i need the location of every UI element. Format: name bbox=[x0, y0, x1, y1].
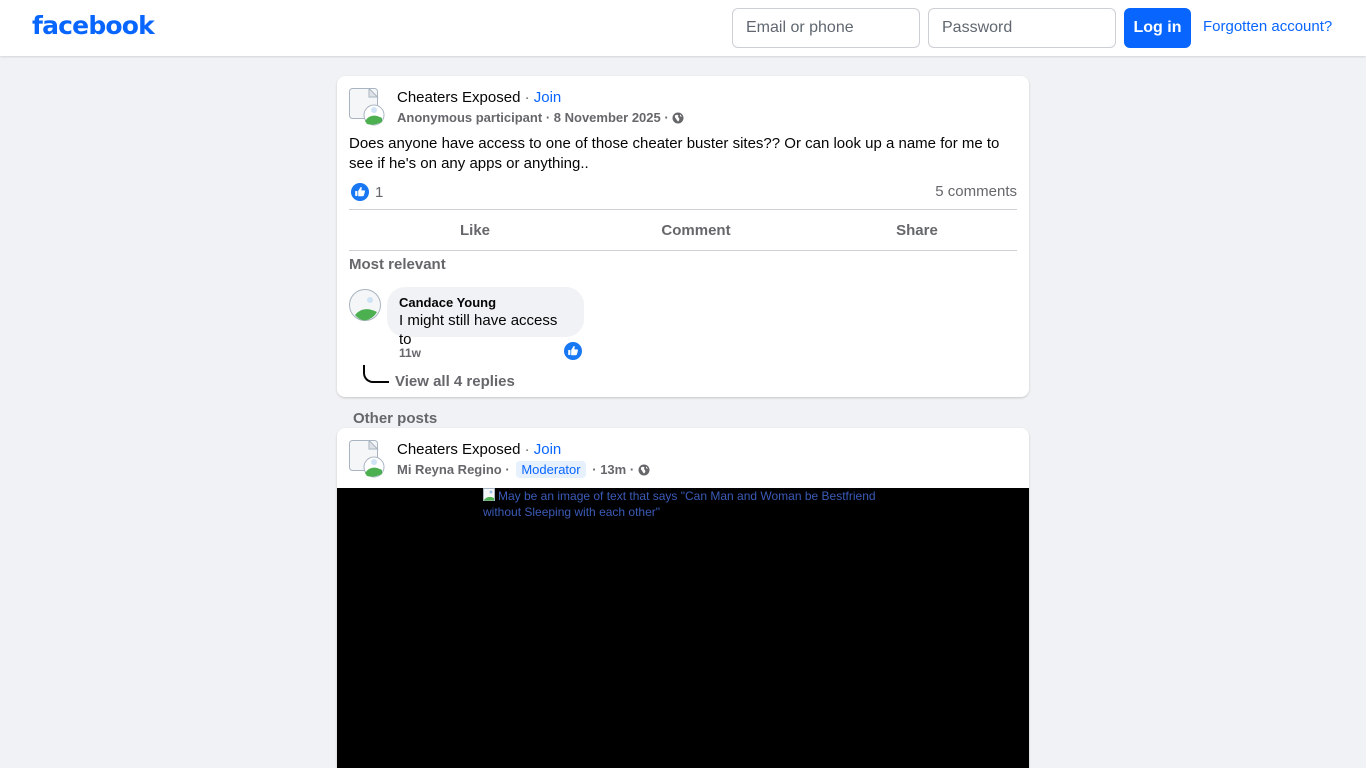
top-navigation-bar: facebook Log in Forgotten account? bbox=[0, 0, 1366, 56]
password-input[interactable] bbox=[928, 8, 1116, 48]
comment-sort-dropdown[interactable]: Most relevant bbox=[349, 256, 446, 273]
commenter-name[interactable]: Candace Young bbox=[399, 295, 572, 311]
comment-like-reaction-icon[interactable] bbox=[564, 342, 582, 360]
view-all-replies-button[interactable]: View all 4 replies bbox=[395, 373, 515, 390]
post-meta: Anonymous participant · 8 November 2025 … bbox=[397, 110, 684, 125]
post-time[interactable]: 13m bbox=[600, 462, 626, 477]
group-avatar-icon[interactable] bbox=[349, 88, 385, 126]
group-name[interactable]: Cheaters Exposed bbox=[397, 441, 520, 458]
forgotten-account-link[interactable]: Forgotten account? bbox=[1203, 18, 1332, 35]
globe-icon bbox=[638, 464, 650, 476]
separator: · bbox=[524, 441, 530, 458]
post-date[interactable]: 8 November 2025 bbox=[554, 110, 661, 125]
separator: · bbox=[629, 462, 635, 477]
divider bbox=[349, 250, 1017, 251]
post-group-header: Cheaters Exposed · Join bbox=[397, 89, 561, 106]
post-meta: Mi Reyna Regino · Moderator · 13m · bbox=[397, 461, 650, 478]
reply-connector bbox=[363, 365, 389, 383]
email-or-phone-input[interactable] bbox=[732, 8, 920, 48]
comment-timestamp[interactable]: 11w bbox=[399, 346, 421, 360]
like-count[interactable]: 1 bbox=[375, 184, 383, 201]
post-group-header: Cheaters Exposed · Join bbox=[397, 441, 561, 458]
comment-text: I might still have access to bbox=[399, 312, 558, 348]
post-text: Does anyone have access to one of those … bbox=[349, 135, 1000, 172]
post-author[interactable]: Mi Reyna Regino bbox=[397, 462, 502, 477]
commenter-avatar-icon[interactable] bbox=[349, 289, 381, 321]
other-posts-heading: Other posts bbox=[353, 410, 438, 427]
group-name[interactable]: Cheaters Exposed bbox=[397, 89, 520, 106]
separator: · bbox=[664, 110, 669, 125]
share-button[interactable]: Share bbox=[817, 210, 1017, 250]
join-group-link[interactable]: Join bbox=[534, 441, 562, 458]
post-image[interactable]: May be an image of text that says "Can M… bbox=[337, 488, 1029, 768]
like-reaction-icon[interactable] bbox=[351, 183, 369, 201]
post-card: Cheaters Exposed · Join Anonymous partic… bbox=[337, 76, 1029, 397]
image-alt-text[interactable]: May be an image of text that says "Can M… bbox=[483, 488, 883, 520]
comment-bubble: Candace Young I might still have access … bbox=[387, 287, 584, 348]
separator: · bbox=[505, 462, 510, 477]
image-alt-label: May be an image of text that says "Can M… bbox=[483, 489, 876, 519]
moderator-badge: Moderator bbox=[516, 461, 586, 478]
comments-count-link[interactable]: 5 comments bbox=[935, 183, 1017, 200]
post-author: Anonymous participant bbox=[397, 110, 543, 125]
separator: · bbox=[592, 462, 597, 477]
facebook-logo[interactable]: facebook bbox=[32, 11, 155, 40]
broken-image-icon bbox=[483, 488, 495, 501]
separator: · bbox=[545, 110, 551, 125]
separator: · bbox=[524, 89, 530, 106]
globe-icon bbox=[672, 112, 684, 124]
comment-button[interactable]: Comment bbox=[596, 210, 796, 250]
join-group-link[interactable]: Join bbox=[534, 89, 562, 106]
other-post-card: Cheaters Exposed · Join Mi Reyna Regino … bbox=[337, 428, 1029, 768]
log-in-button[interactable]: Log in bbox=[1124, 8, 1191, 48]
like-button[interactable]: Like bbox=[375, 210, 575, 250]
group-avatar-icon[interactable] bbox=[349, 440, 385, 478]
